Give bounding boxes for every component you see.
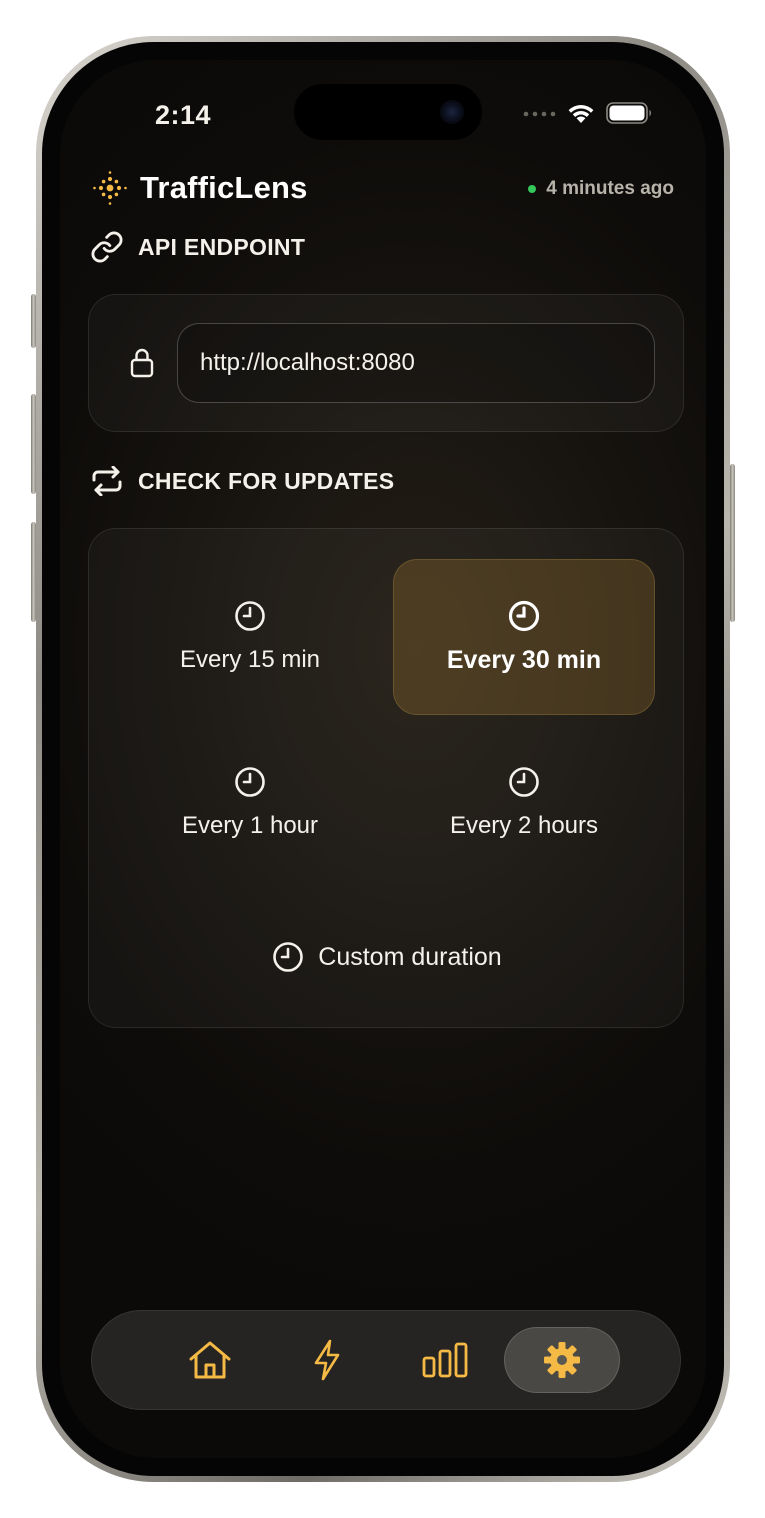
- tab-activity[interactable]: [269, 1327, 385, 1393]
- tab-bar: [91, 1310, 681, 1410]
- endpoint-section-label: API ENDPOINT: [138, 233, 306, 260]
- api-endpoint-input[interactable]: [177, 323, 655, 403]
- bar-chart-icon: [422, 1342, 468, 1378]
- volume-down-button: [31, 522, 36, 622]
- app-title: TrafficLens: [140, 170, 308, 205]
- gear-icon: [544, 1342, 580, 1378]
- lock-icon: [130, 348, 154, 378]
- battery-icon: [606, 102, 651, 124]
- interval-option-label: Every 15 min: [179, 646, 321, 673]
- endpoint-section-title: API ENDPOINT: [90, 230, 305, 264]
- interval-option-label: Every 1 hour: [181, 812, 319, 839]
- custom-duration-label: Custom duration: [318, 942, 502, 971]
- repeat-icon: [92, 466, 122, 496]
- status-time: 2:14: [155, 100, 212, 130]
- status-indicators: [522, 102, 654, 124]
- interval-option-2-hours[interactable]: Every 2 hours: [393, 725, 655, 881]
- update-interval-card: Every 15 min Every 30 min Every 1 hour E…: [88, 528, 684, 1028]
- clock-icon: [235, 767, 265, 797]
- app-logo-icon: [93, 171, 127, 205]
- interval-option-label: Every 30 min: [446, 645, 602, 674]
- interval-option-30-min[interactable]: Every 30 min: [393, 559, 655, 715]
- wifi-icon: [568, 104, 594, 123]
- tab-statistics[interactable]: [387, 1327, 503, 1393]
- cellular-signal-icon: [523, 111, 556, 117]
- home-icon: [189, 1341, 231, 1379]
- clock-icon: [273, 942, 304, 972]
- action-button: [31, 294, 36, 348]
- volume-up-button: [31, 394, 36, 494]
- app-header: TrafficLens: [92, 170, 308, 206]
- clock-icon: [509, 767, 539, 797]
- power-button: [730, 464, 735, 622]
- link-icon: [91, 231, 123, 263]
- interval-option-label: Every 2 hours: [449, 812, 599, 839]
- endpoint-card: [88, 294, 684, 432]
- clock-icon: [508, 600, 540, 631]
- sync-status: 4 minutes ago: [528, 178, 674, 200]
- dynamic-island: [294, 84, 482, 140]
- custom-duration-button[interactable]: Custom duration: [119, 917, 655, 997]
- interval-option-15-min[interactable]: Every 15 min: [119, 559, 381, 715]
- online-status-dot: [528, 185, 537, 193]
- interval-option-1-hour[interactable]: Every 1 hour: [119, 725, 381, 881]
- updates-section-title: CHECK FOR UPDATES: [90, 466, 394, 496]
- lock-icon-wrap: [129, 347, 155, 384]
- app-screen: 2:14 TrafficLens 4 minutes ago API ENDPO…: [60, 60, 706, 1458]
- last-updated-text: 4 minutes ago: [546, 178, 674, 199]
- tab-home[interactable]: [152, 1327, 268, 1393]
- phone-frame: 2:14 TrafficLens 4 minutes ago API ENDPO…: [31, 36, 735, 1482]
- bolt-icon: [314, 1339, 340, 1381]
- tab-settings[interactable]: [504, 1327, 620, 1393]
- camera-lens: [440, 100, 464, 124]
- updates-section-label: CHECK FOR UPDATES: [138, 467, 395, 494]
- clock-icon: [235, 601, 265, 631]
